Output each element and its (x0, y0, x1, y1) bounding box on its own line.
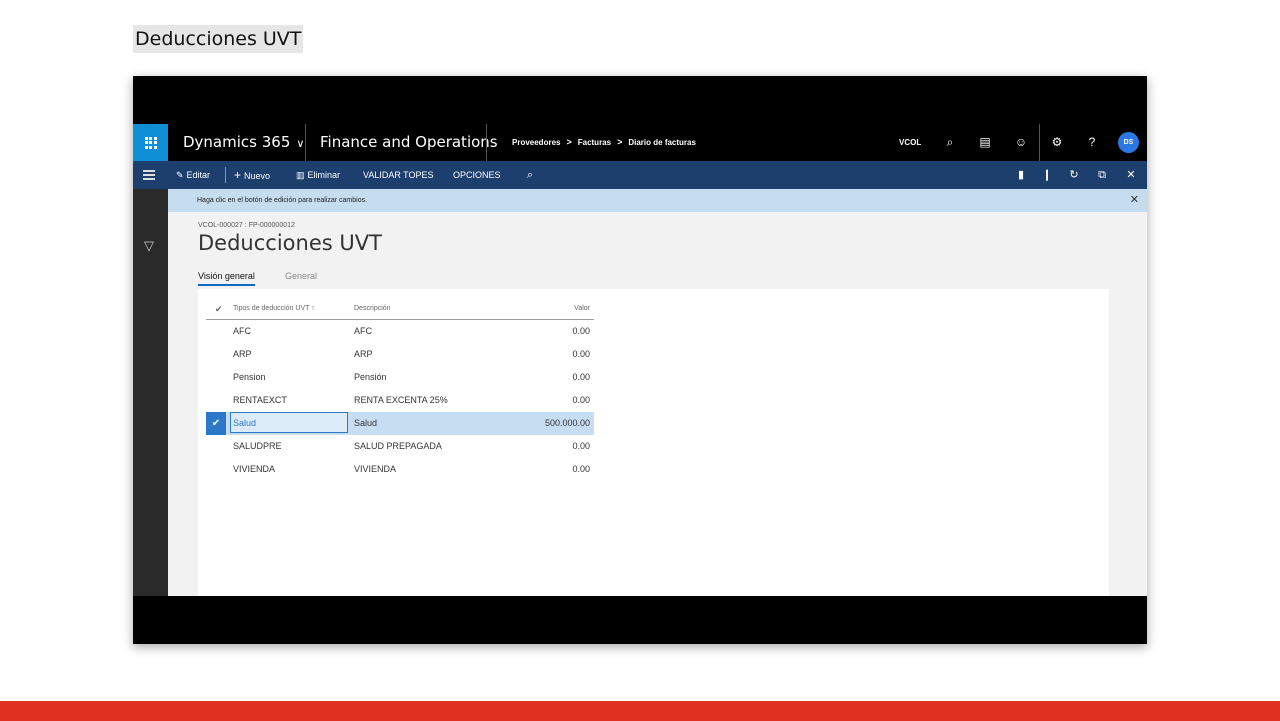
cell-code: ARP (233, 349, 252, 359)
cell-code: Pension (233, 372, 266, 382)
select-all-check-icon[interactable]: ✔ (215, 299, 223, 319)
tab-general[interactable]: General (285, 268, 317, 284)
nav-divider (1039, 124, 1040, 161)
cell-description: SALUD PREPAGADA (354, 441, 442, 451)
d365-app: Dynamics 365 ∨ Finance and Operations Pro… (133, 124, 1147, 596)
popout-icon[interactable]: ⧉ (1094, 161, 1110, 189)
cell-code: AFC (233, 326, 251, 336)
table-row[interactable]: ARP ARP 0.00 (206, 343, 594, 366)
grid-header: ✔ Tipos de deducción UVT ↑ Descripción V… (206, 299, 594, 320)
deductions-grid: ✔ Tipos de deducción UVT ↑ Descripción V… (206, 299, 594, 481)
search-icon[interactable]: ⌕ (522, 161, 538, 189)
command-divider (225, 167, 226, 183)
breadcrumb-item[interactable]: Facturas (578, 138, 611, 147)
validate-limits-button[interactable]: VALIDAR TOPES (363, 161, 434, 189)
cell-value: 0.00 (572, 372, 590, 382)
nav-divider (486, 124, 487, 161)
cell-description: AFC (354, 326, 372, 336)
filter-icon[interactable]: ▽ (144, 238, 154, 254)
cell-code: RENTAEXCT (233, 395, 287, 405)
breadcrumb: Proveedores > Facturas > Diario de facturas (512, 124, 696, 161)
cell-description: VIVIENDA (354, 464, 397, 474)
edit-button[interactable]: ✎ Editar (176, 161, 210, 189)
column-header-value[interactable]: Valor (574, 299, 590, 319)
help-icon[interactable]: ? (1083, 124, 1101, 161)
cell-value: 0.00 (572, 464, 590, 474)
attachment-icon[interactable]: ❙ (1039, 161, 1055, 189)
pencil-icon: ✎ (176, 170, 184, 180)
cell-code: SALUDPRE (233, 441, 282, 451)
sort-ascending-icon: ↑ (311, 305, 315, 312)
avatar[interactable]: DS (1118, 132, 1139, 153)
screenshot-frame: Dynamics 365 ∨ Finance and Operations Pro… (133, 76, 1147, 644)
plus-icon: + (234, 168, 242, 182)
cell-description: RENTA EXCENTA 25% (354, 395, 448, 405)
close-icon[interactable]: ✕ (1130, 189, 1139, 212)
gear-icon[interactable]: ⚙ (1048, 124, 1066, 161)
column-header-description[interactable]: Descripción (354, 299, 391, 319)
tab-overview[interactable]: Visión general (198, 268, 255, 286)
options-button[interactable]: OPCIONES (453, 161, 501, 189)
message-text: Haga clic en el botón de edición para re… (197, 197, 368, 204)
delete-button[interactable]: ▥ Eliminar (296, 161, 340, 189)
hamburger-icon[interactable] (143, 170, 155, 182)
column-header-code[interactable]: Tipos de deducción UVT ↑ (233, 299, 315, 319)
left-rail: ▽ (133, 189, 168, 596)
cell-description: ARP (354, 349, 373, 359)
cell-code: Salud (233, 418, 257, 428)
message-icon[interactable]: ▤ (976, 124, 994, 161)
slide-title: Deducciones UVT (133, 25, 304, 53)
grid-panel: ✔ Tipos de deducción UVT ↑ Descripción V… (198, 289, 1109, 596)
cell-description: Pensión (354, 372, 387, 382)
table-row-selected[interactable]: ✔ Salud Salud 500.000.00 (206, 412, 594, 435)
top-nav-bar: Dynamics 365 ∨ Finance and Operations Pro… (133, 124, 1147, 161)
cell-code: VIVIENDA (233, 464, 276, 474)
command-bar: ✎ Editar + Nuevo ▥ Eliminar VALIDAR TOPES O… (133, 161, 1147, 189)
app-name-menu[interactable]: Dynamics 365 ∨ (183, 124, 304, 161)
cell-value: 0.00 (572, 349, 590, 359)
office-icon[interactable]: ▮ (1013, 161, 1029, 189)
breadcrumb-item[interactable]: Proveedores (512, 138, 560, 147)
smiley-icon[interactable]: ☺ (1012, 124, 1030, 161)
trash-icon: ▥ (296, 170, 305, 180)
app-name: Dynamics 365 (183, 133, 291, 151)
row-selected-check-icon[interactable]: ✔ (206, 412, 226, 435)
refresh-icon[interactable]: ↻ (1066, 161, 1082, 189)
new-button[interactable]: + Nuevo (234, 161, 270, 190)
chevron-right-icon: > (566, 137, 572, 147)
cell-description: Salud (354, 418, 378, 428)
table-row[interactable]: Pension Pensión 0.00 (206, 366, 594, 389)
table-row[interactable]: AFC AFC 0.00 (206, 320, 594, 343)
table-row[interactable]: RENTAEXCT RENTA EXCENTA 25% 0.00 (206, 389, 594, 412)
cell-value: 0.00 (572, 326, 590, 336)
page-content: VCOL-000027 : FP-000000012 Deducciones U… (168, 212, 1147, 596)
table-row[interactable]: VIVIENDA VIVIENDA 0.00 (206, 458, 594, 481)
table-row[interactable]: SALUDPRE SALUD PREPAGADA 0.00 (206, 435, 594, 458)
cell-value: 0.00 (572, 395, 590, 405)
record-id: VCOL-000027 : FP-000000012 (198, 222, 295, 229)
footer-band (0, 701, 1280, 721)
chevron-right-icon: > (617, 137, 623, 147)
cell-value: 500.000.00 (544, 418, 590, 428)
module-name: Finance and Operations (320, 133, 498, 151)
breadcrumb-item[interactable]: Diario de facturas (628, 138, 696, 147)
search-icon[interactable]: ⌕ (941, 124, 959, 161)
close-icon[interactable]: ✕ (1123, 161, 1139, 189)
cell-value: 0.00 (572, 441, 590, 451)
nav-divider (305, 124, 306, 161)
app-launcher-icon[interactable] (133, 124, 168, 161)
page-title: Deducciones UVT (198, 231, 382, 255)
chevron-down-icon: ∨ (296, 137, 305, 150)
message-bar: Haga clic en el botón de edición para re… (168, 189, 1147, 212)
company-picker[interactable]: VCOL (899, 124, 921, 161)
